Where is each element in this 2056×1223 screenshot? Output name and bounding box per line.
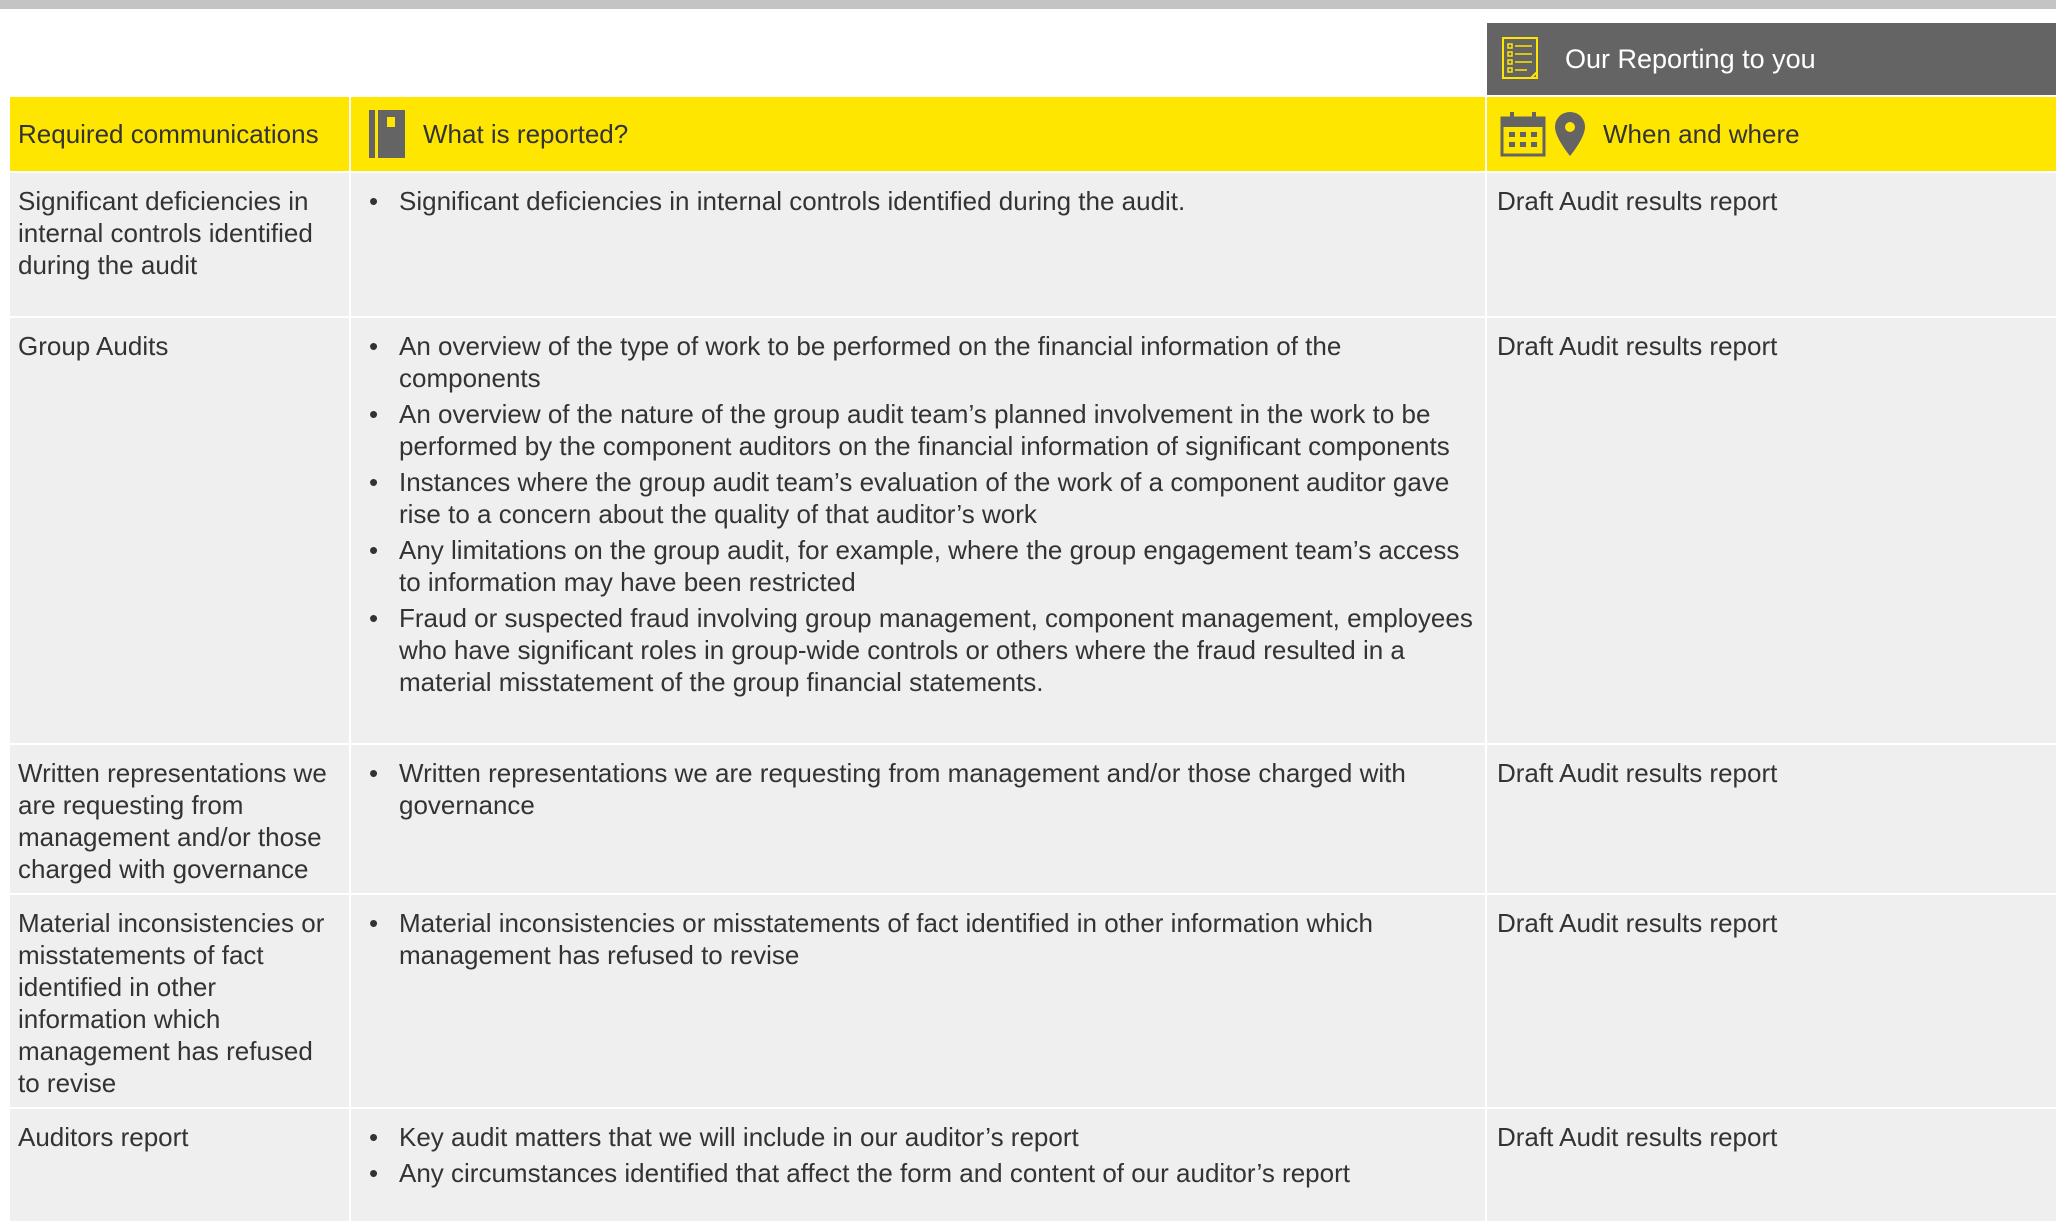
banner-title: Our Reporting to you <box>1565 43 1816 74</box>
row-when: Draft Audit results report <box>1497 1122 1778 1152</box>
row-when: Draft Audit results report <box>1497 908 1778 938</box>
table-row: Significant deficiencies in internal con… <box>10 173 2056 318</box>
header-what-label: What is reported? <box>423 119 629 149</box>
list-item: Fraud or suspected fraud involving group… <box>361 602 1475 698</box>
list-item: Significant deficiencies in internal con… <box>361 185 1475 217</box>
communications-table: Required communications What is reported… <box>10 97 2056 1223</box>
list-item: Any circumstances identified that affect… <box>361 1157 1475 1189</box>
row-reported: Key audit matters that we will include i… <box>351 1109 1487 1221</box>
list-item: Any limitations on the group audit, for … <box>361 534 1475 598</box>
row-when: Draft Audit results report <box>1497 331 1778 361</box>
reporting-banner: Our Reporting to you <box>1487 23 2056 95</box>
row-reported: Significant deficiencies in internal con… <box>351 173 1487 316</box>
row-communication: Significant deficiencies in internal con… <box>10 173 351 316</box>
header-required-communications: Required communications <box>10 97 351 171</box>
checklist-icon <box>1502 37 1538 79</box>
list-item: An overview of the type of work to be pe… <box>361 330 1475 394</box>
top-divider <box>0 0 2056 9</box>
row-reported: An overview of the type of work to be pe… <box>351 318 1487 743</box>
list-item: Material inconsistencies or misstatement… <box>361 907 1475 971</box>
row-communication: Auditors report <box>10 1109 351 1221</box>
calendar-icon <box>1500 112 1546 157</box>
map-pin-icon <box>1555 112 1585 156</box>
row-reported: Written representations we are requestin… <box>351 745 1487 893</box>
table-row: Written representations we are requestin… <box>10 745 2056 895</box>
row-when: Draft Audit results report <box>1497 758 1778 788</box>
list-item: Instances where the group audit team’s e… <box>361 466 1475 530</box>
row-communication: Written representations we are requestin… <box>10 745 351 893</box>
header-when-and-where: When and where <box>1487 97 2056 171</box>
table-header: Required communications What is reported… <box>10 97 2056 173</box>
list-item: An overview of the nature of the group a… <box>361 398 1475 462</box>
notebook-icon <box>369 110 405 158</box>
list-item: Written representations we are requestin… <box>361 757 1475 821</box>
table-row: Material inconsistencies or misstatement… <box>10 895 2056 1109</box>
row-reported: Material inconsistencies or misstatement… <box>351 895 1487 1107</box>
header-what-is-reported: What is reported? <box>351 97 1487 171</box>
row-communication: Material inconsistencies or misstatement… <box>10 895 351 1107</box>
row-when: Draft Audit results report <box>1497 186 1778 216</box>
list-item: Key audit matters that we will include i… <box>361 1121 1475 1153</box>
row-communication: Group Audits <box>10 318 351 743</box>
table-row: Group Audits An overview of the type of … <box>10 318 2056 745</box>
header-when-label: When and where <box>1603 119 1800 149</box>
